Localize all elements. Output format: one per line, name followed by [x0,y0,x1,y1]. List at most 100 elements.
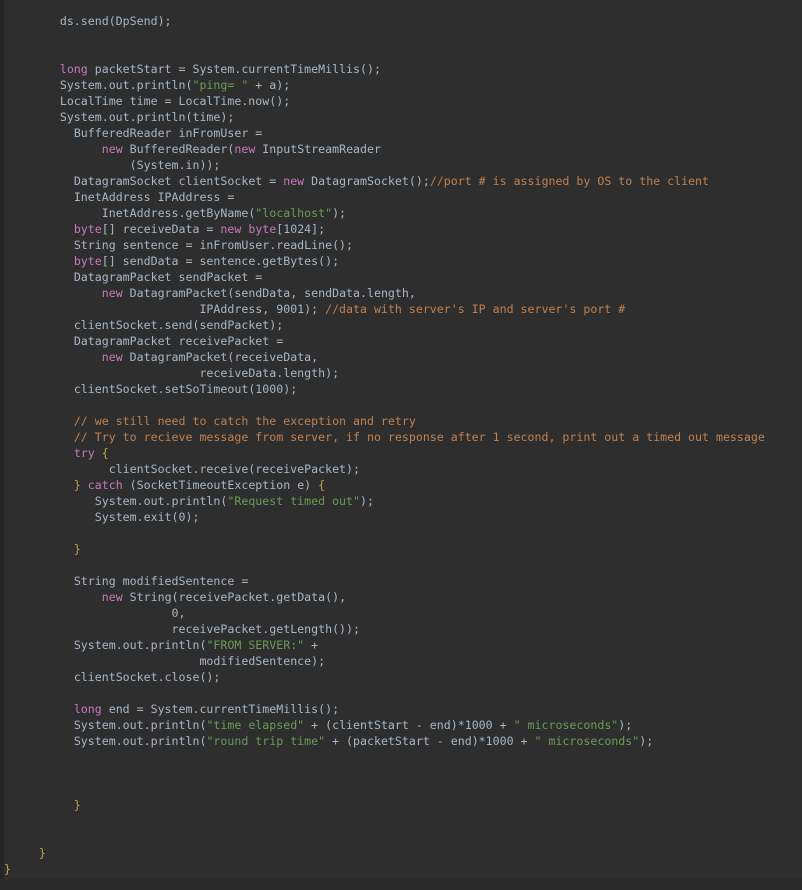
token-str: " microseconds" [534,733,640,748]
token-key: new [234,141,256,156]
code-editor[interactable]: ds.send(DpSend);​​ long packetStart = Sy… [0,0,802,878]
token-id: receiveData.length); [199,365,340,380]
code-line: System.exit(0); [4,509,802,525]
token-id: IPAddress, 9001); [199,301,326,316]
token-id: end = System.currentTimeMillis(); [101,701,340,716]
code-line: System.out.println(time); [4,109,802,125]
code-line: byte[] sendData = sentence.getBytes(); [4,253,802,269]
token-cmt: // we still need to catch the exception … [73,413,416,428]
token-key: new [101,285,123,300]
token-str: "FROM SERVER:" [206,637,305,652]
code-line: ​ [4,525,802,541]
token-id: clientSocket.setSoTimeout(1000); [73,381,298,396]
token-id: [] receiveData = [101,221,221,236]
token-brace: } [73,797,81,812]
code-line: // we still need to catch the exception … [4,413,802,429]
token-id: modifiedSentence); [199,653,326,668]
token-cmt: //data with server's IP and server's por… [325,301,626,316]
code-line: receivePacket.getLength()); [4,621,802,637]
token-key: new [101,349,123,364]
code-line: ​ [4,685,802,701]
code-line: new BufferedReader(new InputStreamReader [4,141,802,157]
token-id: (SocketTimeoutException e) [122,477,319,492]
token-key: new [101,141,123,156]
token-id: String(receivePacket.getData(), [122,589,347,604]
token-key: byte [73,221,102,236]
code-line: 0, [4,605,802,621]
code-line: ​ [4,557,802,573]
code-line: ​ [4,781,802,797]
code-line: } [4,541,802,557]
token-id: 0, [171,605,186,620]
token-id: System.out.println( [73,717,207,732]
code-line: // Try to recieve message from server, i… [4,429,802,445]
code-line: System.out.println("Request timed out"); [4,493,802,509]
token-id: [1024]; [276,221,326,236]
code-line: DatagramPacket receivePacket = [4,333,802,349]
token-id: ); [618,717,633,732]
code-line: System.out.println("round trip time" + (… [4,733,802,749]
token-id: + (clientStart - end)*1000 + [304,717,514,732]
code-line: } [4,845,802,861]
token-key: try [73,445,95,460]
code-content[interactable]: ds.send(DpSend);​​ long packetStart = Sy… [4,12,802,890]
token-str: "ping= " [192,77,249,92]
token-id: DatagramPacket(receiveData, [122,349,319,364]
code-line: modifiedSentence); [4,653,802,669]
code-line: long packetStart = System.currentTimeMil… [4,61,802,77]
token-id: + (packetStart - end)*1000 + [325,733,535,748]
token-id: System.out.println( [73,637,207,652]
token-id: + a); [248,77,291,92]
code-line: ​ [4,765,802,781]
code-line: DatagramSocket clientSocket = new Datagr… [4,173,802,189]
code-line: } catch (SocketTimeoutException e) { [4,477,802,493]
token-id: BufferedReader( [122,141,235,156]
token-key: byte [248,221,277,236]
code-line: LocalTime time = LocalTime.now(); [4,93,802,109]
token-str: "Request timed out" [227,493,360,508]
token-id: InputStreamReader [255,141,381,156]
code-line: } [4,861,802,877]
token-id: + [304,637,319,652]
token-brace: } [73,541,81,556]
token-id [95,446,102,460]
code-line: InetAddress.getByName("localhost"); [4,205,802,221]
token-id: ); [639,733,654,748]
code-line: System.out.println("time elapsed" + (cli… [4,717,802,733]
code-line: System.out.println("FROM SERVER:" + [4,637,802,653]
code-line: (System.in)); [4,157,802,173]
code-line: DatagramPacket sendPacket = [4,269,802,285]
code-line: clientSocket.setSoTimeout(1000); [4,381,802,397]
token-id: InetAddress IPAddress = [73,189,235,204]
token-id: String sentence = inFromUser.readLine(); [73,237,354,252]
code-line: InetAddress IPAddress = [4,189,802,205]
token-id: DatagramPacket receivePacket = [73,333,284,348]
token-id: System.out.println(time); [59,109,235,124]
token-key: byte [73,253,102,268]
code-line: byte[] receiveData = new byte[1024]; [4,221,802,237]
